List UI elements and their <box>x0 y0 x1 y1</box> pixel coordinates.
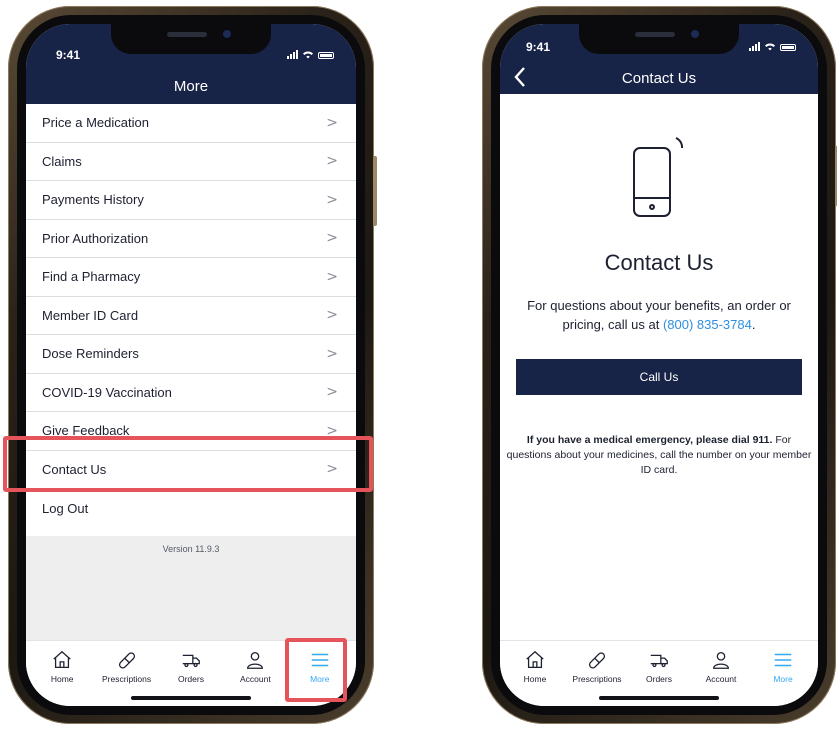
phone-number-link[interactable]: (800) 835-3784 <box>663 317 752 332</box>
menu-item-label: Claims <box>42 153 82 169</box>
chevron-right-icon: > <box>326 191 338 208</box>
tab-label: More <box>773 674 793 684</box>
home-indicator <box>599 696 719 700</box>
truck-icon <box>650 654 668 668</box>
person-icon <box>713 652 729 669</box>
battery-icon <box>318 52 334 59</box>
status-time: 9:41 <box>526 40 551 54</box>
chevron-right-icon: > <box>326 114 338 131</box>
menu-item-price-medication[interactable]: Price a Medication > <box>26 104 356 143</box>
tab-home[interactable]: Home <box>505 649 565 706</box>
signal-icon <box>749 42 760 51</box>
call-us-button[interactable]: Call Us <box>516 359 802 395</box>
home-indicator <box>131 696 251 700</box>
chevron-right-icon: > <box>326 268 338 285</box>
home-icon <box>53 650 71 668</box>
notch <box>111 24 271 54</box>
phone-frame-contact: 9:41 Contact Us Contact Us For questions… <box>482 6 837 724</box>
contact-heading: Contact Us <box>604 250 714 275</box>
pill-icon <box>118 652 135 669</box>
tab-label: Orders <box>646 674 672 684</box>
menu-item-label: Price a Medication <box>42 115 149 131</box>
menu-icon <box>774 653 792 667</box>
menu-item-find-pharmacy[interactable]: Find a Pharmacy > <box>26 258 356 297</box>
tab-more[interactable]: More <box>753 649 813 706</box>
emergency-notice: If you have a medical emergency, please … <box>504 433 814 478</box>
tab-label: Account <box>705 674 737 684</box>
menu-item-label: Prior Authorization <box>42 230 149 246</box>
tab-label: Account <box>240 674 271 684</box>
contact-description: For questions about your benefits, an or… <box>506 296 812 334</box>
contact-text-end: . <box>751 317 756 332</box>
menu-item-payments-history[interactable]: Payments History > <box>26 181 356 220</box>
person-icon <box>247 652 264 669</box>
tab-label: Prescriptions <box>572 674 622 684</box>
tab-home[interactable]: Home <box>32 649 92 706</box>
menu-item-prior-authorization[interactable]: Prior Authorization > <box>26 219 356 258</box>
status-icons <box>749 42 796 51</box>
page-title: Contact Us <box>621 70 697 87</box>
version-area: Version 11.9.3 <box>26 536 356 640</box>
status-time: 9:41 <box>56 48 81 62</box>
home-icon <box>526 650 544 668</box>
wifi-icon <box>765 43 775 51</box>
chevron-right-icon: > <box>326 153 338 170</box>
more-screen: 9:41 More Price a Medication > Claims > Pa… <box>26 24 356 706</box>
truck-icon <box>182 654 200 668</box>
tab-label: Home <box>523 674 547 684</box>
chevron-right-icon: > <box>326 307 338 324</box>
highlight-more-tab <box>285 638 347 702</box>
signal-icon <box>287 50 298 59</box>
chevron-right-icon: > <box>326 230 338 247</box>
page-title: More <box>173 78 209 95</box>
menu-item-label: Payments History <box>42 192 144 208</box>
menu-item-covid-vaccination[interactable]: COVID-19 Vaccination > <box>26 373 356 412</box>
menu-item-label: COVID-19 Vaccination <box>42 384 172 400</box>
menu-item-label: Find a Pharmacy <box>42 269 141 285</box>
mobile-phone-icon <box>633 137 684 217</box>
highlight-contact-us <box>3 436 373 492</box>
chevron-right-icon: > <box>326 384 338 401</box>
status-icons <box>287 50 334 59</box>
pill-icon <box>588 652 606 669</box>
emergency-bold-text: If you have a medical emergency, please … <box>526 434 773 446</box>
tab-bar: Home Prescriptions Orders Account More <box>500 640 818 706</box>
tab-label: Orders <box>177 674 204 684</box>
contact-screen: 9:41 Contact Us Contact Us For questions… <box>500 24 818 706</box>
wifi-icon <box>303 51 313 59</box>
phone-frame-more: 9:41 More Price a Medication > Claims > Pa… <box>8 6 377 724</box>
version-label: Version 11.9.3 <box>162 544 220 554</box>
tab-label: Prescriptions <box>102 674 152 684</box>
menu-item-claims[interactable]: Claims > <box>26 142 356 181</box>
menu-item-member-id-card[interactable]: Member ID Card > <box>26 296 356 335</box>
menu-item-label: Dose Reminders <box>42 346 139 362</box>
battery-icon <box>780 44 796 51</box>
menu-item-label: Member ID Card <box>42 307 139 323</box>
menu-item-dose-reminders[interactable]: Dose Reminders > <box>26 335 356 374</box>
contact-body: Contact Us For questions about your bene… <box>500 94 818 640</box>
logout-button[interactable]: Log Out <box>26 489 356 527</box>
notch <box>579 24 739 54</box>
chevron-right-icon: > <box>326 345 338 362</box>
tab-label: Home <box>50 674 74 684</box>
